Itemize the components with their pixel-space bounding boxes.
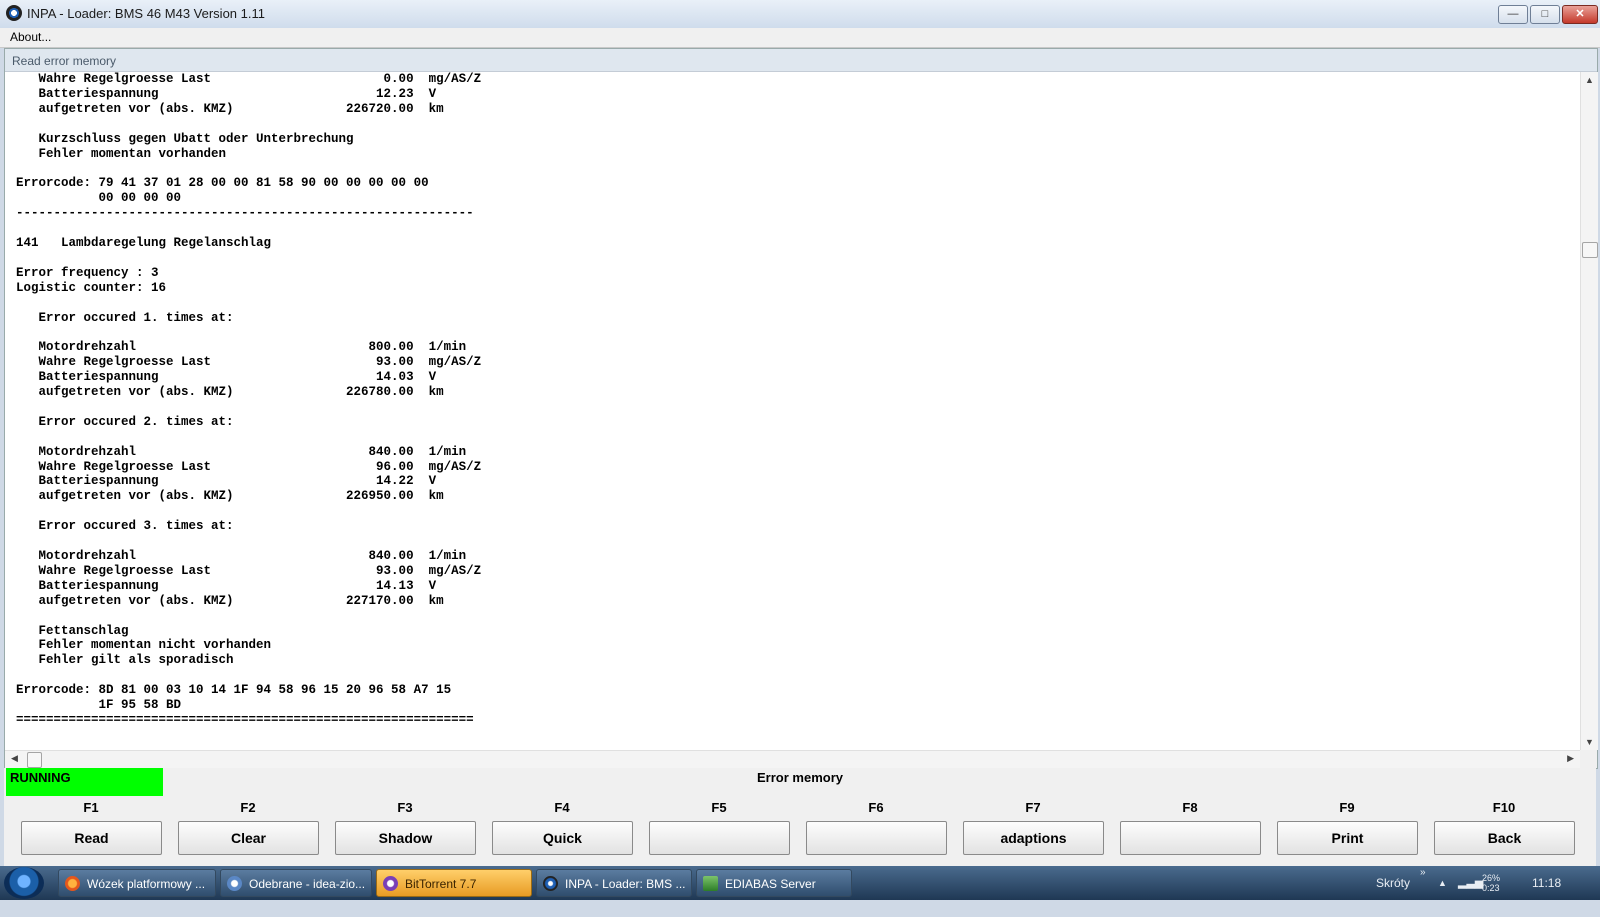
bittorrent-icon xyxy=(383,876,398,891)
scroll-left-arrow-icon[interactable]: ◀ xyxy=(11,753,18,764)
horizontal-scrollbar[interactable]: ◀ ▶ xyxy=(5,750,1580,768)
scroll-right-arrow-icon[interactable]: ▶ xyxy=(1567,753,1574,764)
f6-button[interactable] xyxy=(806,821,947,855)
fkey-label-f6: F6 xyxy=(868,800,884,815)
error-memory-content: Wahre Regelgroesse Last 0.00 mg/AS/Z Bat… xyxy=(16,72,482,727)
tray-expand-icon[interactable]: ▲ xyxy=(1438,866,1447,900)
vertical-scrollbar[interactable]: ▲ ▼ xyxy=(1580,72,1598,750)
back-button[interactable]: Back xyxy=(1434,821,1575,855)
fkey-label-f3: F3 xyxy=(397,800,413,815)
pane-header: Read error memory xyxy=(5,49,1597,72)
minimize-button[interactable]: — xyxy=(1498,5,1528,24)
bmw-icon xyxy=(543,876,558,891)
taskbar-item-firefox[interactable]: Wózek platformowy ... xyxy=(58,869,216,897)
running-indicator: RUNNING xyxy=(6,768,163,796)
bmw-logo-icon xyxy=(6,5,22,21)
fkey-label-f1: F1 xyxy=(83,800,99,815)
battery-time: 0:23 xyxy=(1482,883,1500,893)
print-button[interactable]: Print xyxy=(1277,821,1418,855)
fkey-label-f7: F7 xyxy=(1025,800,1041,815)
status-title: Error memory xyxy=(757,770,843,785)
fkey-label-f8: F8 xyxy=(1182,800,1198,815)
server-icon xyxy=(703,876,718,891)
mail-icon xyxy=(227,876,242,891)
taskbar-item-label: Wózek platformowy ... xyxy=(87,877,206,891)
taskbar-item-ediabas[interactable]: EDIABAS Server xyxy=(696,869,852,897)
fkey-label-f2: F2 xyxy=(240,800,256,815)
taskbar: Wózek platformowy ... Odebrane - idea-zi… xyxy=(0,866,1600,900)
window-title: INPA - Loader: BMS 46 M43 Version 1.11 xyxy=(27,6,265,21)
menu-about[interactable]: About... xyxy=(10,30,51,44)
scroll-down-arrow-icon[interactable]: ▼ xyxy=(1585,737,1594,747)
shadow-button[interactable]: Shadow xyxy=(335,821,476,855)
f8-button[interactable] xyxy=(1120,821,1261,855)
taskbar-item-label: Odebrane - idea-zio... xyxy=(249,877,366,891)
taskbar-item-inpa[interactable]: INPA - Loader: BMS ... xyxy=(536,869,692,897)
taskbar-item-label: BitTorrent 7.7 xyxy=(405,877,477,891)
error-memory-text-area[interactable]: Wahre Regelgroesse Last 0.00 mg/AS/Z Bat… xyxy=(5,72,1580,750)
pane-title: Read error memory xyxy=(12,54,117,68)
title-bar: INPA - Loader: BMS 46 M43 Version 1.11 —… xyxy=(0,0,1600,29)
adaptions-button[interactable]: adaptions xyxy=(963,821,1104,855)
chevron-right-icon[interactable]: » xyxy=(1420,864,1426,898)
close-button[interactable]: ✕ xyxy=(1562,5,1598,24)
f5-button[interactable] xyxy=(649,821,790,855)
start-button[interactable] xyxy=(4,867,44,899)
menu-bar: About... xyxy=(0,28,1600,48)
clock[interactable]: 11:18 xyxy=(1532,866,1561,900)
taskbar-item-mail[interactable]: Odebrane - idea-zio... xyxy=(220,869,372,897)
function-key-panel: Error memory RUNNING F1 F2 F3 F4 F5 F6 F… xyxy=(4,768,1596,866)
vertical-scroll-thumb[interactable] xyxy=(1582,242,1598,258)
horizontal-scroll-thumb[interactable] xyxy=(27,752,42,768)
maximize-button[interactable]: □ xyxy=(1530,5,1560,24)
scroll-up-arrow-icon[interactable]: ▲ xyxy=(1585,75,1594,85)
read-button[interactable]: Read xyxy=(21,821,162,855)
shortcuts-toolbar[interactable]: Skróty xyxy=(1376,866,1410,900)
clear-button[interactable]: Clear xyxy=(178,821,319,855)
main-pane: Read error memory Wahre Regelgroesse Las… xyxy=(4,48,1598,769)
fkey-label-f4: F4 xyxy=(554,800,570,815)
signal-strength-icon[interactable]: ▂▃▅ xyxy=(1458,866,1483,900)
fkey-label-f9: F9 xyxy=(1339,800,1355,815)
firefox-icon xyxy=(65,876,80,891)
taskbar-item-bittorrent[interactable]: BitTorrent 7.7 xyxy=(376,869,532,897)
fkey-label-f5: F5 xyxy=(711,800,727,815)
taskbar-item-label: EDIABAS Server xyxy=(725,877,816,891)
taskbar-item-label: INPA - Loader: BMS ... xyxy=(565,877,686,891)
quick-button[interactable]: Quick xyxy=(492,821,633,855)
fkey-label-f10: F10 xyxy=(1492,800,1516,815)
